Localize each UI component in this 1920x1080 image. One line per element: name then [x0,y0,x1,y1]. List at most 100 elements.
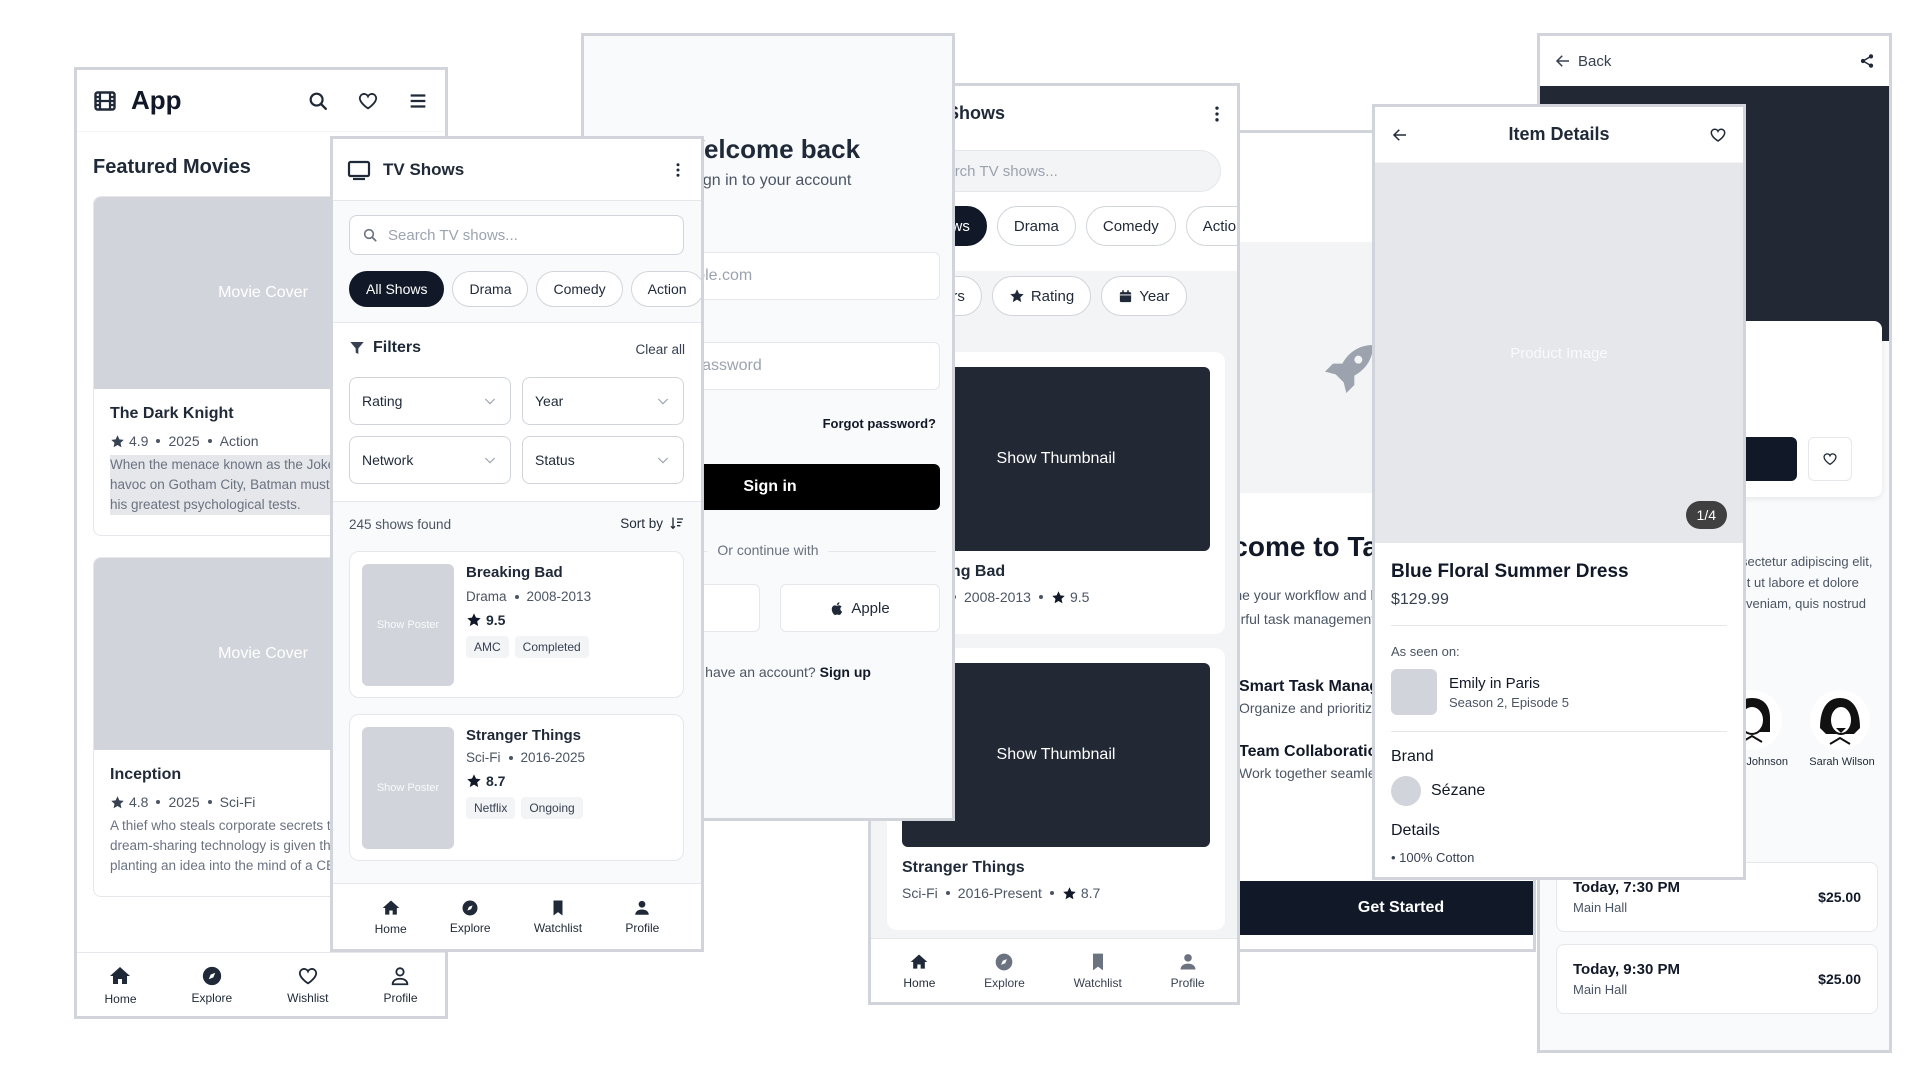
nav-watchlist[interactable]: Watchlist [534,899,582,935]
show-thumbnail [1391,669,1437,715]
showtime-venue: Main Hall [1573,982,1628,997]
show-list-item[interactable]: Show Poster Breaking Bad Drama 2008-2013 … [349,551,684,698]
nav-label: Home [104,991,137,1006]
forgot-password-link[interactable]: Forgot password? [823,416,936,431]
show-meta: Sci-Fi 2016-2025 [466,750,589,765]
select-label: Status [535,452,575,468]
separator-dot [207,800,212,804]
nav-home[interactable]: Home [375,898,407,936]
back-label: Back [1578,52,1612,70]
rating-select[interactable]: Rating [349,377,511,425]
share-icon[interactable] [1859,53,1875,69]
show-title: Breaking Bad [466,564,563,581]
separator-dot [1049,891,1054,895]
apple-signin-button[interactable]: Apple [780,584,940,632]
brand-logo [1391,776,1421,806]
item-details-screen: Item Details Product Image 1/4 Blue Flor… [1372,104,1746,880]
more-options-icon[interactable] [669,161,687,179]
showtime-item[interactable]: Today, 9:30 PM Main Hall $25.00 [1556,944,1878,1014]
app-header: App [77,70,445,132]
sort-button[interactable]: Sort by [620,515,685,531]
status-select[interactable]: Status [522,436,684,484]
nav-home[interactable]: Home [903,952,935,990]
chip-all-shows[interactable]: All Shows [349,271,445,307]
product-image-label: Product Image [1510,344,1608,362]
chip-drama[interactable]: Drama [996,206,1076,246]
home-icon [381,898,401,918]
show-rating: 8.7 [486,773,506,789]
search-icon[interactable] [307,90,329,112]
show-rating: 9.5 [1069,589,1090,605]
brand-name: Sézane [1431,782,1486,799]
clear-all-link[interactable]: Clear all [635,342,685,357]
signup-link[interactable]: Sign up [820,664,871,680]
bookmark-icon [1088,952,1108,972]
showtime-price: $25.00 [1818,971,1861,987]
nav-home[interactable]: Home [104,964,137,1006]
brand-item[interactable]: Sézane [1391,776,1727,806]
filter-icon [349,340,365,356]
year-select[interactable]: Year [522,377,684,425]
cast-member[interactable]: Sarah Wilson [1808,688,1876,768]
nav-profile[interactable]: Profile [625,899,659,935]
nav-explore[interactable]: Explore [191,965,232,1005]
show-meta: Drama 2008-2013 [466,589,595,604]
separator-dot [156,800,161,804]
nav-explore[interactable]: Explore [450,899,491,935]
cast-name: Sarah Wilson [1809,756,1875,768]
select-label: Network [362,452,414,468]
back-button[interactable]: Back [1554,52,1611,70]
separator-dot [207,439,212,443]
chip-comedy[interactable]: Comedy [1085,206,1176,246]
nav-label: Explore [984,975,1025,990]
show-poster: Show Poster [362,564,454,686]
movie-year: 2025 [168,433,200,449]
network-select[interactable]: Network [349,436,511,484]
product-image[interactable]: Product Image 1/4 [1375,163,1743,543]
product-price: $129.99 [1391,591,1449,608]
nav-profile[interactable]: Profile [383,965,418,1005]
nav-label: Watchlist [533,920,583,935]
nav-watchlist[interactable]: Watchlist [1074,952,1122,990]
nav-profile[interactable]: Profile [1171,952,1205,990]
chip-action[interactable]: Action [630,271,701,307]
star-icon [1009,288,1025,304]
chip-label: Rating [1030,287,1075,305]
compass-icon [201,965,223,987]
chip-action[interactable]: Action [1185,206,1237,246]
showtime-time: Today, 7:30 PM [1573,879,1680,896]
select-label: Year [535,393,564,409]
search-input[interactable]: Search TV shows... [349,215,684,255]
show-rating: 9.5 [486,612,506,628]
heart-icon[interactable] [357,90,379,112]
arrow-left-icon[interactable] [1391,126,1409,144]
menu-icon[interactable] [407,90,429,112]
chip-drama[interactable]: Drama [452,271,529,307]
movie-genre: Action [219,433,259,449]
chip-comedy[interactable]: Comedy [536,271,623,307]
seen-on-item[interactable]: Emily in Paris Season 2, Episode 5 [1391,669,1727,715]
item-header-title: Item Details [1508,124,1610,144]
nav-label: Profile [1170,975,1205,990]
chip-rating[interactable]: Rating [991,276,1092,316]
chip-year[interactable]: Year [1101,276,1187,316]
nav-wishlist[interactable]: Wishlist [287,965,329,1005]
calendar-icon [1118,289,1133,304]
compass-icon [994,952,1014,972]
favorite-button[interactable] [1808,437,1852,481]
section-title: Featured Movies [93,156,251,178]
showtime-price: $25.00 [1818,889,1861,905]
nav-label: Watchlist [1073,975,1122,990]
tv-shows-filter-screen: TV Shows Search TV shows... All Shows Dr… [330,136,704,952]
genre-chips: All Shows Drama Comedy Action [349,271,701,307]
sort-icon [669,515,685,531]
nav-explore[interactable]: Explore [984,952,1025,990]
details-label: Details [1391,822,1440,839]
tv-filter-title: TV Shows [383,159,465,179]
show-list-item[interactable]: Show Poster Stranger Things Sci-Fi 2016-2… [349,714,684,861]
network-tag: Netflix [466,797,516,819]
more-options-icon[interactable] [1207,104,1227,124]
heart-icon[interactable] [1709,126,1727,144]
star-icon [110,434,125,449]
user-icon [1178,952,1198,972]
